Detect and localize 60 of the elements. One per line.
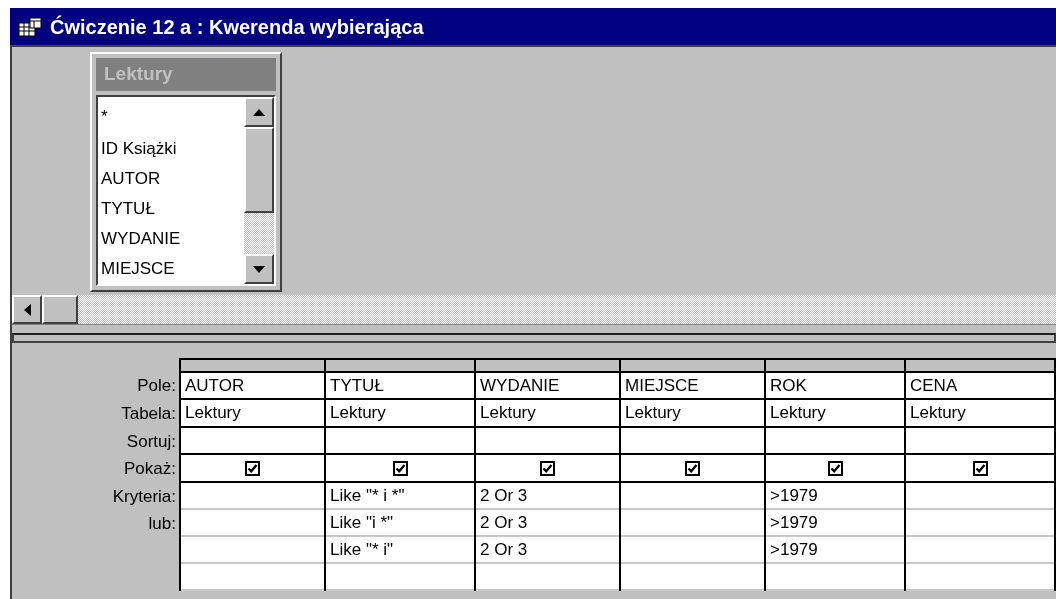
column-selector[interactable] xyxy=(621,358,764,371)
grid-cell[interactable]: Like "* i *" xyxy=(326,483,474,510)
field-list-item[interactable]: ID Książki xyxy=(101,134,244,164)
grid-cell[interactable]: Lektury xyxy=(326,400,474,428)
show-checkbox[interactable] xyxy=(540,460,555,476)
field-list-item[interactable]: MIEJSCE xyxy=(101,254,244,284)
grid-cell[interactable]: Lektury xyxy=(476,400,619,428)
scroll-thumb[interactable] xyxy=(42,295,78,324)
row-label: lub: xyxy=(148,512,176,535)
show-checkbox[interactable] xyxy=(827,460,843,476)
table-field-list[interactable]: Lektury * ID Książki AUTOR TYTUŁ WYDANIE MIEJSCE xyxy=(90,52,282,292)
grid-cell[interactable]: CENA xyxy=(906,371,1054,400)
window-title: Ćwiczenie 12 a : Kwerenda wybierająca xyxy=(50,14,424,40)
grid-cell[interactable]: ROK xyxy=(766,371,904,400)
grid-cell[interactable]: Lektury xyxy=(906,400,1054,428)
scroll-thumb[interactable] xyxy=(244,127,274,213)
grid-cell[interactable]: Lektury xyxy=(766,400,904,428)
show-checkbox[interactable] xyxy=(972,460,988,476)
query-icon xyxy=(18,16,42,37)
field-list-item[interactable]: WYDANIE xyxy=(101,224,244,254)
down-arrow-icon xyxy=(253,265,265,273)
grid-cell[interactable]: 2 Or 3 xyxy=(476,483,619,510)
grid-cell[interactable]: MIEJSCE xyxy=(621,371,764,400)
row-label: Tabela: xyxy=(121,403,176,426)
vertical-scrollbar[interactable] xyxy=(244,97,274,284)
column-selector[interactable] xyxy=(906,358,1054,371)
row-label: Kryteria: xyxy=(112,485,176,508)
field-list-item[interactable]: AUTOR xyxy=(101,164,244,194)
scroll-down-button[interactable] xyxy=(244,254,274,284)
grid-cell[interactable]: >1979 xyxy=(766,483,904,510)
column-selector[interactable] xyxy=(476,358,619,371)
left-arrow-icon xyxy=(23,303,31,316)
scroll-up-button[interactable] xyxy=(244,97,274,127)
grid-cell[interactable]: AUTOR xyxy=(181,371,324,400)
grid-cell[interactable]: Like "* i" xyxy=(326,537,474,564)
grid-cell[interactable]: Lektury xyxy=(621,400,764,428)
field-list-item[interactable]: * xyxy=(101,100,244,134)
show-checkbox[interactable] xyxy=(245,460,260,476)
grid-cell[interactable]: 2 Or 3 xyxy=(476,537,619,564)
scroll-left-button[interactable] xyxy=(12,295,42,324)
show-checkbox[interactable] xyxy=(685,460,700,476)
column-selector[interactable] xyxy=(766,358,904,371)
grid-cell[interactable]: TYTUŁ xyxy=(326,371,474,400)
up-arrow-icon xyxy=(253,108,265,116)
grid-cell[interactable]: Lektury xyxy=(181,400,324,428)
grid-cell[interactable]: >1979 xyxy=(766,510,904,537)
grid-cell[interactable]: >1979 xyxy=(766,537,904,564)
pane-splitter[interactable] xyxy=(12,333,1056,343)
show-checkbox[interactable] xyxy=(392,460,408,476)
row-label: Pokaż: xyxy=(124,458,176,481)
row-label: Sortuj: xyxy=(126,430,176,453)
column-selector[interactable] xyxy=(326,358,474,371)
grid-cell[interactable]: 2 Or 3 xyxy=(476,510,619,537)
table-title: Lektury xyxy=(96,58,276,91)
column-selector[interactable] xyxy=(181,358,324,371)
grid-cell[interactable]: WYDANIE xyxy=(476,371,619,400)
grid-cell[interactable]: Like "i *" xyxy=(326,510,474,537)
horizontal-scrollbar[interactable] xyxy=(12,295,1056,325)
field-list-item[interactable]: TYTUŁ xyxy=(101,194,244,224)
row-label: Pole: xyxy=(137,374,176,397)
